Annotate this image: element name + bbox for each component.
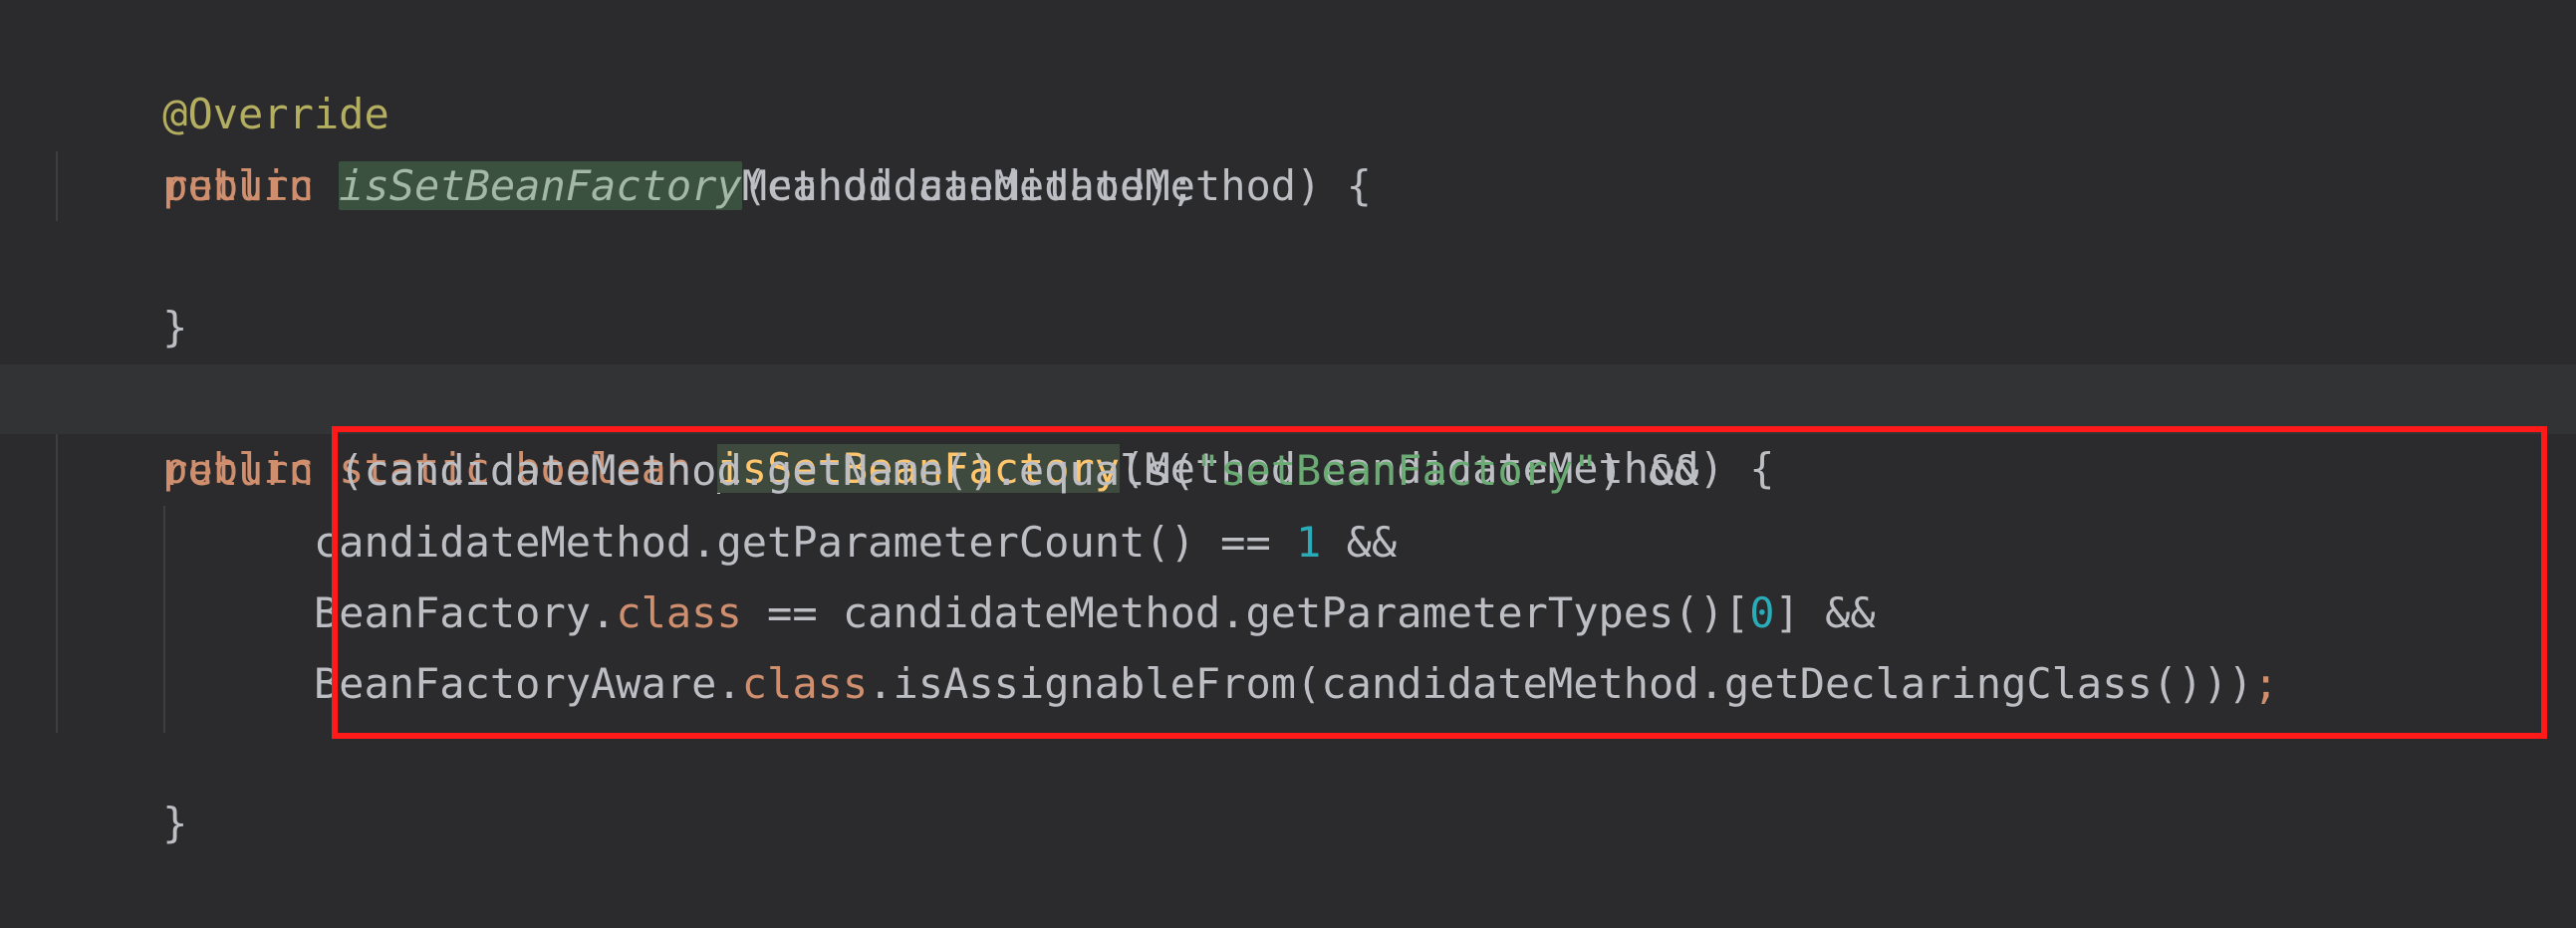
code-line-8[interactable]: candidateMethod.getParameterCount() == 1…: [62, 508, 1397, 578]
code-fragment: ] &&: [1774, 588, 1876, 637]
code-line-10[interactable]: BeanFactoryAware.class.isAssignableFrom(…: [62, 649, 2278, 719]
code-fragment: &&: [1321, 518, 1398, 567]
method-call-issetbeanfactory: isSetBeanFactory: [339, 161, 742, 210]
code-editor[interactable]: @Override public boolean isMatch(Method …: [0, 0, 2576, 847]
call-args: (candidateMethod);: [741, 161, 1195, 210]
keyword-class: class: [741, 659, 869, 708]
number-literal: 1: [1296, 518, 1322, 567]
keyword-class: class: [616, 588, 742, 637]
code-line-3[interactable]: return isSetBeanFactory(candidateMethod)…: [62, 151, 1195, 221]
closing-brace: }: [162, 303, 188, 351]
code-fragment: .isAssignableFrom(candidateMethod.getDec…: [868, 659, 2253, 708]
code-line-9[interactable]: BeanFactory.class == candidateMethod.get…: [62, 579, 1876, 648]
string-literal: "setBeanFactory": [1194, 446, 1599, 495]
code-fragment: ) &&: [1598, 446, 1699, 495]
keyword-return: return: [162, 446, 314, 495]
code-line-6[interactable]: public static boolean isSetBeanFactory(M…: [62, 364, 1775, 494]
indent-guide: [56, 434, 58, 733]
keyword-return: return: [162, 161, 314, 210]
closing-brace: }: [162, 799, 188, 847]
semicolon: ;: [2252, 659, 2279, 708]
code-fragment: == candidateMethod.getParameterTypes()[: [741, 588, 1750, 637]
code-fragment: BeanFactoryAware.: [313, 659, 742, 708]
code-line-4[interactable]: }: [62, 223, 187, 351]
number-literal: 0: [1749, 588, 1775, 637]
code-fragment: candidateMethod.getParameterCount() ==: [313, 518, 1297, 567]
code-fragment: (candidateMethod.getName().equals(: [313, 446, 1195, 495]
indent-guide: [56, 151, 58, 221]
code-line-2[interactable]: public boolean isMatch(Method candidateM…: [62, 82, 1372, 210]
code-fragment: BeanFactory.: [313, 588, 617, 637]
code-line-7[interactable]: return (candidateMethod.getName().equals…: [62, 436, 1699, 506]
code-line-1[interactable]: @Override: [62, 10, 389, 138]
code-line-11[interactable]: }: [62, 719, 187, 847]
